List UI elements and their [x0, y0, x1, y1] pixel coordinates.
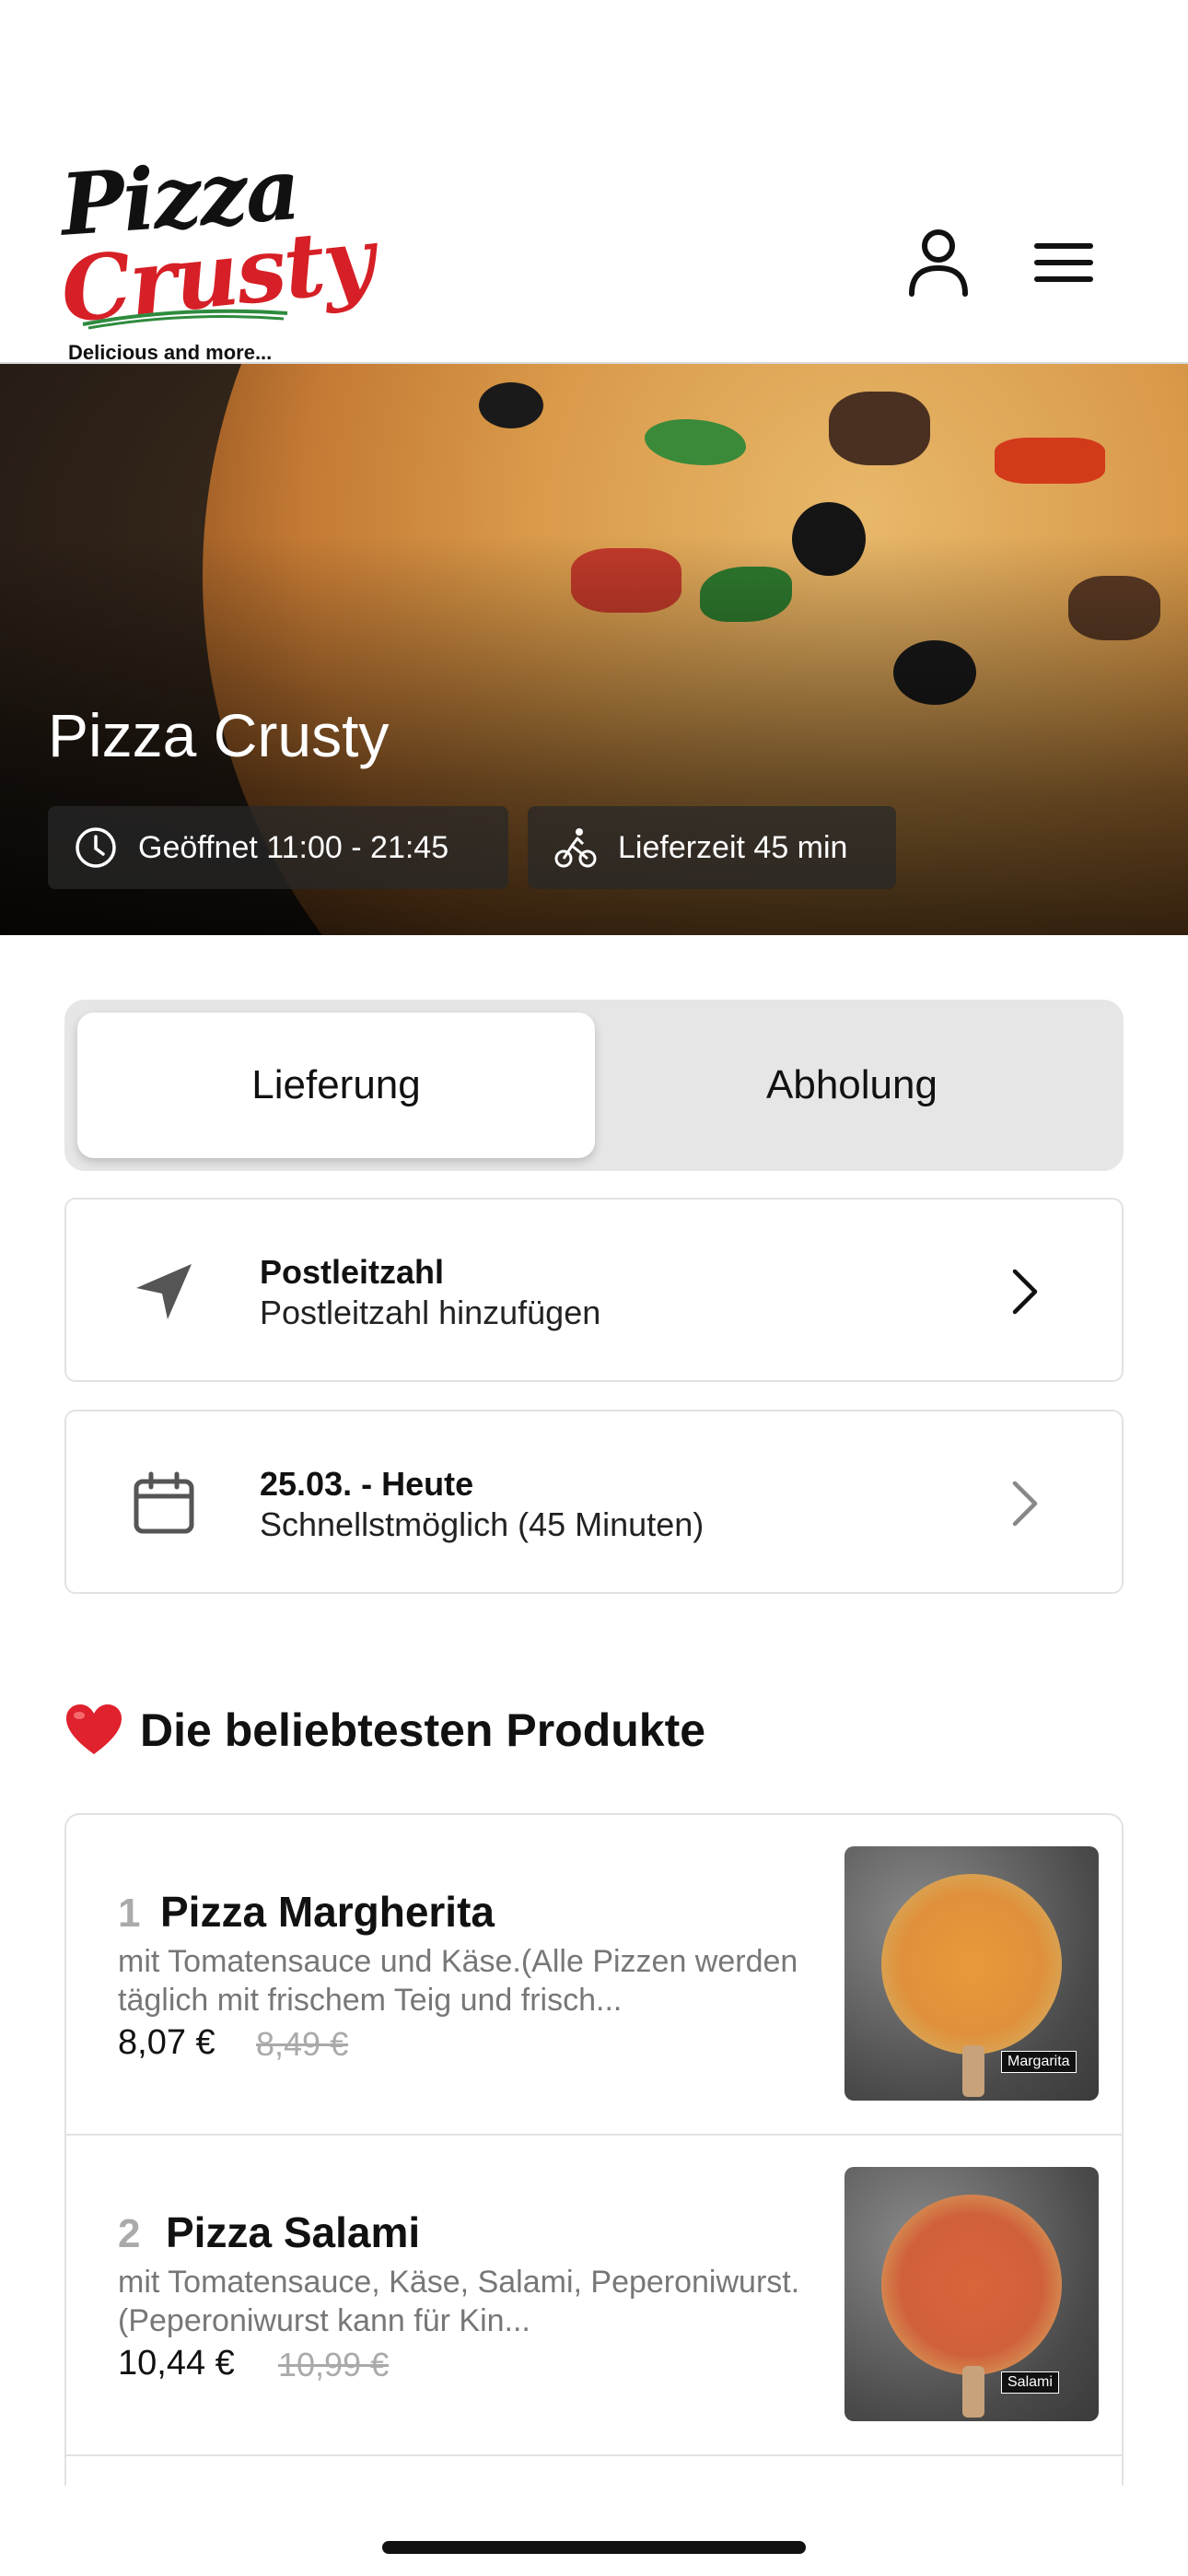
order-mode-toggle: Lieferung Abholung [64, 1000, 1124, 1171]
chevron-right-icon [1012, 1481, 1038, 1527]
bicycle-courier-icon [554, 828, 597, 868]
heart-icon [66, 1704, 122, 1754]
chevron-right-icon [1012, 1269, 1038, 1315]
product-item[interactable]: 2 Pizza Salami mit Tomatensauce, Käse, S… [66, 2136, 1122, 2456]
tab-delivery[interactable]: Lieferung [77, 1013, 595, 1158]
product-price: 10,44 € [118, 2344, 235, 2383]
app-header: Pizza Crusty Delicious and more... [0, 0, 1188, 364]
logo-swoosh [82, 309, 288, 330]
home-indicator[interactable] [382, 2541, 806, 2554]
product-image: Margarita [844, 1846, 1099, 2101]
popular-products-list: 1 Pizza Margherita mit Tomatensauce und … [64, 1813, 1124, 2486]
product-image-label: Margarita [1001, 2051, 1077, 2073]
user-icon [909, 229, 968, 297]
clock-icon [76, 827, 116, 868]
opening-hours-chip: Geöffnet 11:00 - 21:45 [48, 806, 508, 889]
delivery-time-selector[interactable]: 25.03. - Heute Schnellstmöglich (45 Minu… [64, 1410, 1124, 1594]
delivery-time-text: Lieferzeit 45 min [618, 829, 848, 865]
logo-tagline: Delicious and more... [68, 341, 273, 364]
delivery-time-chip: Lieferzeit 45 min [528, 806, 896, 889]
menu-button[interactable] [1022, 221, 1105, 304]
location-arrow-icon [136, 1264, 192, 1319]
product-description: mit Tomatensauce, Käse, Salami, Peperoni… [118, 2265, 800, 2338]
restaurant-name: Pizza Crusty [48, 701, 390, 769]
product-price: 8,07 € [118, 2023, 215, 2062]
product-old-price: 10,99 € [278, 2346, 390, 2383]
product-image: Salami [844, 2167, 1099, 2421]
brand-logo[interactable]: Pizza Crusty Delicious and more... [56, 139, 378, 369]
postcode-title: Postleitzahl [260, 1253, 445, 1291]
product-image-label: Salami [1001, 2371, 1059, 2394]
postcode-subtitle: Postleitzahl hinzufügen [260, 1294, 601, 1331]
restaurant-hero: Pizza Crusty Geöffnet 11:00 - 21:45 Lief… [0, 364, 1188, 935]
calendar-icon [134, 1471, 194, 1534]
schedule-subtitle: Schnellstmöglich (45 Minuten) [260, 1505, 705, 1543]
product-rank: 2 [118, 2211, 141, 2256]
product-name: Pizza Salami [166, 2208, 421, 2256]
opening-hours-text: Geöffnet 11:00 - 21:45 [138, 829, 449, 865]
product-old-price: 8,49 € [256, 2025, 349, 2063]
schedule-title: 25.03. - Heute [260, 1465, 474, 1503]
tab-pickup[interactable]: Abholung [593, 1013, 1111, 1158]
product-description: mit Tomatensauce und Käse.(Alle Pizzen w… [118, 1944, 798, 2018]
postcode-selector[interactable]: Postleitzahl Postleitzahl hinzufügen [64, 1198, 1124, 1382]
product-rank: 1 [118, 1891, 141, 1936]
product-name: Pizza Margherita [160, 1888, 495, 1936]
product-item[interactable]: 1 Pizza Margherita mit Tomatensauce und … [66, 1815, 1122, 2136]
popular-products-heading: Die beliebtesten Produkte [64, 1703, 705, 1758]
hamburger-menu-icon [1034, 243, 1093, 282]
popular-products-title: Die beliebtesten Produkte [140, 1704, 706, 1756]
account-button[interactable] [897, 221, 980, 304]
